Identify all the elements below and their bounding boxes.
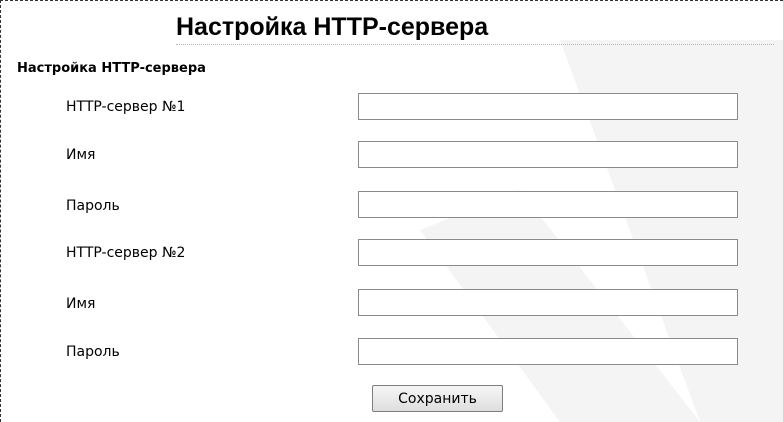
http-server-1-label: HTTP-сервер №1 <box>66 99 186 115</box>
password-2-input[interactable] <box>358 338 738 365</box>
password-2-label: Пароль <box>66 344 120 360</box>
name-1-label: Имя <box>66 147 96 163</box>
password-1-label: Пароль <box>66 198 120 214</box>
title-divider <box>176 44 774 45</box>
http-server-2-input[interactable] <box>358 239 738 266</box>
section-heading: Настройка HTTP-сервера <box>17 61 206 76</box>
name-2-label: Имя <box>66 296 96 312</box>
page-title: Настройка HTTP-сервера <box>176 13 489 41</box>
http-server-1-input[interactable] <box>358 93 738 120</box>
password-1-input[interactable] <box>358 191 738 218</box>
save-button[interactable]: Сохранить <box>372 385 503 412</box>
name-1-input[interactable] <box>358 141 738 168</box>
http-server-2-label: HTTP-сервер №2 <box>66 245 186 261</box>
name-2-input[interactable] <box>358 289 738 316</box>
